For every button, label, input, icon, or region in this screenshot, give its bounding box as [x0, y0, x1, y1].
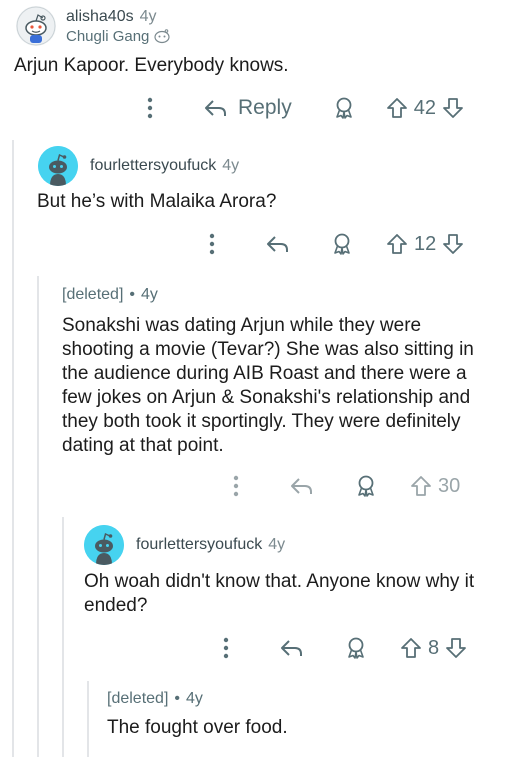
flair-emoji-icon [154, 29, 170, 44]
downvote-icon[interactable] [442, 233, 464, 255]
vote-score: 12 [414, 232, 437, 255]
more-icon [147, 97, 153, 119]
comment-age: 4y [139, 7, 157, 25]
award-icon [348, 637, 364, 659]
snoo-icon [38, 146, 78, 186]
upvote-icon[interactable] [400, 637, 422, 659]
comment-1-actions: Reply 42 [138, 94, 498, 122]
reply-button[interactable] [290, 476, 314, 496]
avatar[interactable] [16, 6, 56, 46]
more-button[interactable] [214, 637, 238, 659]
award-button[interactable] [354, 474, 378, 498]
vote-score: 42 [413, 96, 436, 119]
comment-3: [deleted] • 4y Sonakshi was dating Arjun… [0, 286, 512, 456]
avatar[interactable] [38, 146, 78, 186]
reply-button[interactable]: Reply [204, 96, 292, 120]
award-icon [335, 97, 352, 119]
more-button[interactable] [200, 233, 224, 255]
award-button[interactable] [330, 232, 354, 256]
flair-text: Chugli Gang [66, 27, 150, 45]
more-icon [209, 233, 215, 255]
comment-3-actions: 30 [224, 472, 494, 500]
vote-control: 42 [386, 97, 464, 120]
username[interactable]: fourlettersyoufuck [90, 157, 216, 175]
username[interactable]: fourlettersyoufuck [136, 536, 262, 554]
downvote-icon[interactable] [442, 97, 464, 119]
more-icon [233, 475, 239, 497]
snoo-icon [84, 525, 124, 565]
vote-score: 30 [438, 474, 461, 497]
username[interactable]: alisha40s [66, 8, 134, 26]
reply-button[interactable] [280, 638, 304, 658]
upvote-icon[interactable] [410, 475, 432, 497]
comment-age: 4y [186, 690, 203, 707]
reply-icon [291, 478, 312, 494]
upvote-icon[interactable] [386, 233, 408, 255]
reply-icon [205, 100, 226, 116]
award-button[interactable] [332, 96, 356, 120]
user-flair: Chugli Gang [66, 28, 171, 45]
comment-body: Sonakshi was dating Arjun while they wer… [62, 315, 474, 456]
comment-age: 4y [141, 286, 158, 303]
comment-2-actions: 12 [200, 230, 500, 258]
reply-label: Reply [238, 96, 292, 119]
vote-control: 12 [386, 233, 464, 256]
award-icon [334, 233, 350, 255]
more-icon [223, 637, 229, 659]
award-icon [358, 475, 374, 497]
vote-control: 8 [400, 637, 467, 660]
comment-4-actions: 8 [214, 634, 498, 662]
comment-body: But he’s with Malaika Arora? [37, 191, 277, 212]
comment-2: fourlettersyoufuck 4y But he’s with Mala… [0, 146, 512, 212]
username: [deleted] [62, 286, 124, 303]
comment-1: alisha40s 4y Chugli Gang Arjun Kapoor. E… [0, 6, 512, 76]
downvote-icon[interactable] [445, 637, 467, 659]
comment-age: 4y [268, 536, 286, 553]
upvote-icon[interactable] [386, 97, 408, 119]
reply-icon [281, 640, 302, 656]
reply-icon [267, 236, 288, 252]
meta-separator: • [129, 286, 135, 303]
award-button[interactable] [344, 636, 368, 660]
reply-button[interactable] [266, 234, 290, 254]
comment-age: 4y [222, 157, 240, 174]
vote-control: 30 [410, 475, 460, 498]
comment-body: The fought over food. [107, 717, 288, 738]
comment-5: [deleted] • 4y The fought over food. [0, 690, 512, 738]
thread-line-2[interactable] [37, 276, 39, 757]
username: [deleted] [107, 690, 169, 707]
snoo-icon [16, 6, 56, 46]
meta-separator: • [174, 690, 180, 707]
comment-4: fourlettersyoufuck 4y Oh woah didn't kno… [0, 525, 512, 616]
thread-line-1[interactable] [12, 140, 14, 757]
avatar[interactable] [84, 525, 124, 565]
more-button[interactable] [138, 97, 162, 119]
more-button[interactable] [224, 475, 248, 497]
comment-body: Oh woah didn't know that. Anyone know wh… [84, 571, 475, 616]
vote-score: 8 [428, 636, 440, 659]
comment-body: Arjun Kapoor. Everybody knows. [14, 55, 289, 76]
